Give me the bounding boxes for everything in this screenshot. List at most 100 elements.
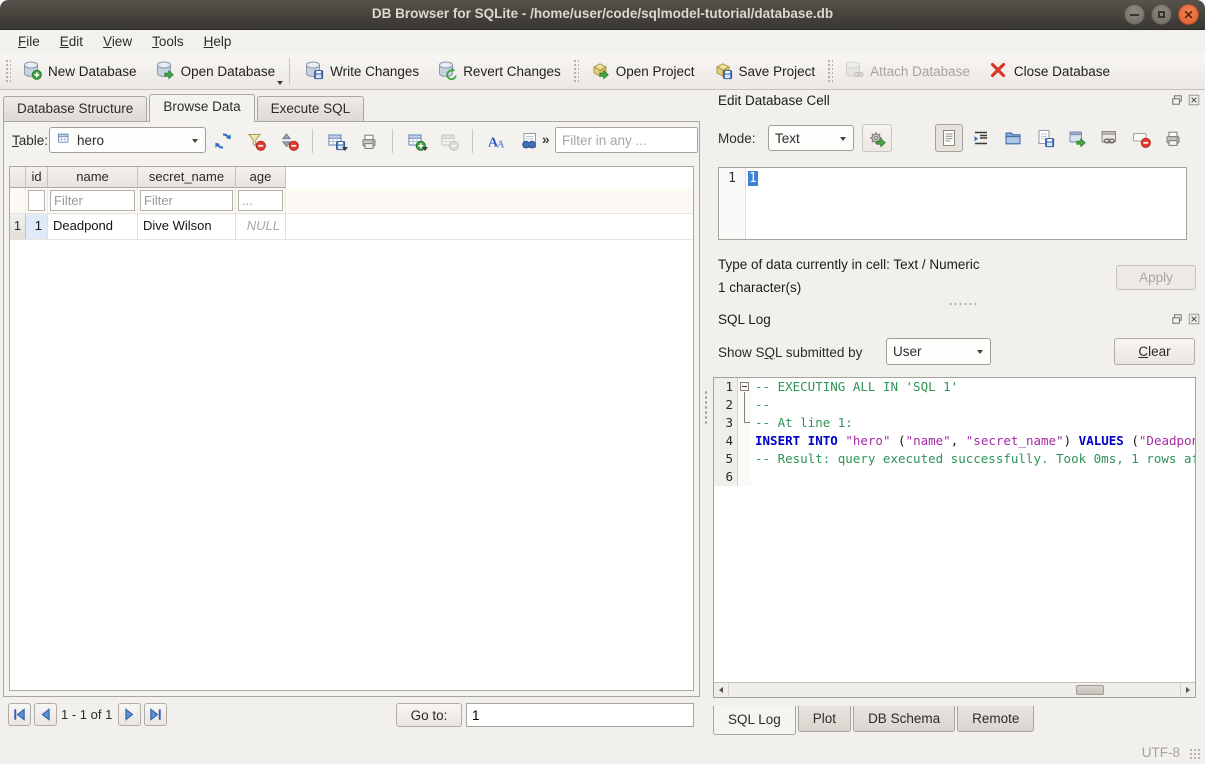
tab-database-structure[interactable]: Database Structure <box>3 96 147 121</box>
last-record-button[interactable] <box>144 703 167 726</box>
browse-data-panel: Database StructureBrowse DataExecute SQL… <box>0 90 706 740</box>
toolbar-handle[interactable] <box>572 58 579 84</box>
column-header-age[interactable]: age <box>236 167 286 188</box>
menu-file[interactable]: File <box>8 32 50 51</box>
word-wrap-button[interactable] <box>967 124 995 152</box>
panel-splitter[interactable] <box>701 90 711 740</box>
apply-button[interactable]: Apply <box>1116 265 1196 290</box>
first-record-button[interactable] <box>8 703 31 726</box>
revert-changes-button[interactable]: Revert Changes <box>428 55 570 88</box>
open-project-button[interactable]: Open Project <box>581 55 704 88</box>
dock-float-button[interactable] <box>1170 94 1183 107</box>
chevron-down-icon <box>192 139 198 143</box>
refresh-button[interactable] <box>210 128 236 154</box>
bottom-tabbar: SQL LogPlotDB SchemaRemote <box>713 706 1036 735</box>
insert-record-button[interactable] <box>403 128 429 154</box>
tab-db-schema[interactable]: DB Schema <box>853 706 955 732</box>
clear-filters-button[interactable] <box>243 128 269 154</box>
set-null-button[interactable] <box>1127 124 1155 152</box>
grid-corner[interactable] <box>10 167 26 188</box>
resize-grip[interactable] <box>1189 748 1202 761</box>
print-table-button[interactable] <box>356 128 382 154</box>
tab-sql-log[interactable]: SQL Log <box>713 706 796 735</box>
edit-display-format-button[interactable]: AA <box>483 128 509 154</box>
dock-splitter-grip[interactable] <box>948 302 976 307</box>
cell-secret_name[interactable]: Dive Wilson <box>138 214 236 239</box>
copy-link-button[interactable] <box>1095 124 1123 152</box>
filter-input-secret_name[interactable] <box>140 190 233 211</box>
menu-tools[interactable]: Tools <box>142 32 194 51</box>
cell-id[interactable]: 1 <box>26 214 48 239</box>
clear-sorting-button[interactable] <box>276 128 302 154</box>
column-header-secret_name[interactable]: secret_name <box>138 167 236 188</box>
table-select[interactable]: hero <box>49 127 206 153</box>
column-header-name[interactable]: name <box>48 167 138 188</box>
clear-log-button[interactable]: Clear <box>1114 338 1195 365</box>
tab-browse-data[interactable]: Browse Data <box>149 94 254 122</box>
cell-name[interactable]: Deadpond <box>48 214 138 239</box>
tab-execute-sql[interactable]: Execute SQL <box>257 96 365 121</box>
export-data-button[interactable] <box>1031 124 1059 152</box>
log-line-number: 1 <box>714 378 738 396</box>
log-source-select[interactable]: User <box>886 338 991 365</box>
import-data-button[interactable] <box>999 124 1027 152</box>
toolbar-overflow-chevron[interactable]: » <box>542 132 549 147</box>
menu-view[interactable]: View <box>93 32 142 51</box>
print-cell-button[interactable] <box>1159 124 1187 152</box>
project-open-icon <box>590 60 610 83</box>
log-line-text: INSERT INTO "hero" ("name", "secret_name… <box>751 432 1195 450</box>
scroll-left-arrow[interactable] <box>714 683 729 697</box>
cell-editor[interactable]: 1 1 <box>718 167 1187 240</box>
row-header[interactable]: 1 <box>10 214 26 239</box>
goto-button[interactable]: Go to: <box>396 703 462 727</box>
text-mode-button[interactable] <box>935 124 963 152</box>
horizontal-scrollbar[interactable] <box>714 682 1195 697</box>
db-revert-icon <box>437 60 457 83</box>
find-in-table-button[interactable] <box>516 128 542 154</box>
filter-input-id[interactable] <box>28 190 45 211</box>
sql-log-view[interactable]: 1-- EXECUTING ALL IN 'SQL 1'2--3-- At li… <box>713 377 1196 698</box>
log-source-value: User <box>893 344 922 359</box>
tab-remote[interactable]: Remote <box>957 706 1034 732</box>
scroll-right-arrow[interactable] <box>1180 683 1195 697</box>
encoding-indicator: UTF-8 <box>1142 745 1180 760</box>
close-button[interactable]: ✕ <box>1178 4 1199 25</box>
dock-close-button[interactable] <box>1187 94 1200 107</box>
column-header-id[interactable]: id <box>26 167 48 188</box>
toolbar-separator <box>312 129 313 153</box>
dock-close-button[interactable] <box>1187 313 1200 326</box>
open-external-button[interactable] <box>1063 124 1091 152</box>
minimize-button[interactable] <box>1124 4 1145 25</box>
write-changes-button[interactable]: Write Changes <box>295 55 428 88</box>
maximize-button[interactable] <box>1151 4 1172 25</box>
close-database-button[interactable]: Close Database <box>979 55 1119 88</box>
toolbar-handle[interactable] <box>4 58 11 84</box>
filter-input-name[interactable] <box>50 190 135 211</box>
cell-age[interactable]: NULL <box>236 214 286 239</box>
filter-any-input[interactable] <box>555 127 698 153</box>
save-table-button[interactable] <box>323 128 349 154</box>
log-line-text <box>751 468 755 486</box>
table-row[interactable]: 11DeadpondDive WilsonNULL <box>10 214 693 240</box>
toolbar-handle[interactable] <box>826 58 833 84</box>
fold-margin <box>738 432 751 450</box>
dock-float-button[interactable] <box>1170 313 1183 326</box>
save-project-button[interactable]: Save Project <box>704 55 825 88</box>
tab-plot[interactable]: Plot <box>798 706 851 732</box>
mode-select[interactable]: Text <box>768 125 854 151</box>
titlebar[interactable]: DB Browser for SQLite - /home/user/code/… <box>0 0 1205 30</box>
fold-margin[interactable] <box>738 378 751 396</box>
scrollbar-thumb[interactable] <box>1076 685 1104 695</box>
menu-edit[interactable]: Edit <box>50 32 93 51</box>
auto-switch-mode-button[interactable] <box>862 124 892 152</box>
next-record-button[interactable] <box>118 703 141 726</box>
new-database-button[interactable]: New Database <box>13 55 146 88</box>
previous-record-button[interactable] <box>34 703 57 726</box>
fold-collapse-icon[interactable] <box>740 382 749 391</box>
menu-help[interactable]: Help <box>194 32 242 51</box>
open-database-button[interactable]: Open Database <box>146 55 285 88</box>
sql-log-title: SQL Log <box>718 312 771 327</box>
sql-log-line: 4INSERT INTO "hero" ("name", "secret_nam… <box>714 432 1195 450</box>
goto-input[interactable] <box>466 703 694 727</box>
filter-input-age[interactable] <box>238 190 283 211</box>
